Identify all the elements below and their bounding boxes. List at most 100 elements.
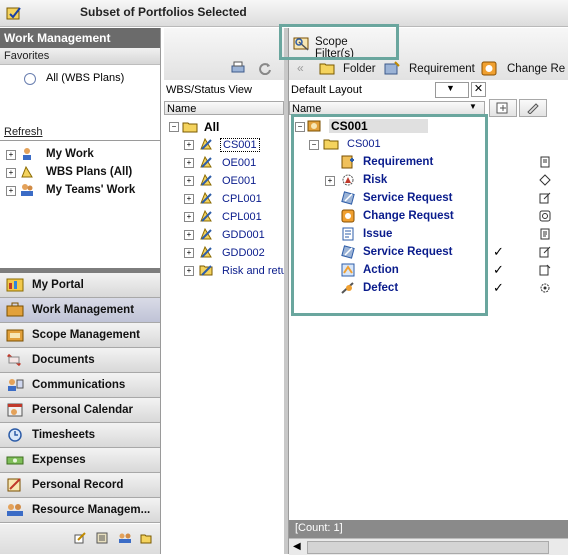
tree-my-teams-work[interactable]: My Teams' Work (46, 184, 135, 196)
refresh-link[interactable]: Refresh (4, 126, 43, 138)
expand-icon[interactable]: + (184, 140, 194, 150)
tree-root-all[interactable]: All (204, 120, 219, 134)
list-icon[interactable] (96, 532, 108, 544)
nav-label: Personal Record (32, 479, 124, 491)
name-column-header[interactable]: Name (289, 101, 485, 115)
nav-expenses[interactable]: Expenses (0, 448, 160, 473)
team-icon (21, 184, 33, 196)
wbs-item[interactable]: Risk and retu (222, 265, 287, 277)
change-request-icon[interactable] (481, 61, 497, 76)
nav-work-management[interactable]: Work Management (0, 298, 160, 323)
wbs-item[interactable]: CPL001 (222, 211, 262, 223)
defect-small-icon (540, 283, 550, 293)
calendar-icon (7, 403, 23, 417)
chevron-down-icon: ▼ (446, 83, 455, 93)
requirement-icon[interactable] (383, 61, 401, 76)
count-bar: [Count: 1] (289, 520, 568, 538)
people-icon[interactable] (118, 532, 132, 544)
expand-icon[interactable]: + (184, 230, 194, 240)
expand-icon[interactable]: + (184, 158, 194, 168)
refresh-icon[interactable] (258, 61, 272, 75)
scope-icon (6, 329, 24, 342)
nav-documents[interactable]: Documents (0, 348, 160, 373)
column-tool-2[interactable] (519, 99, 547, 117)
folder-icon[interactable] (140, 532, 152, 544)
expand-icon[interactable]: + (184, 176, 194, 186)
nav-footer (0, 524, 160, 554)
action-small-icon (539, 264, 551, 276)
check-icon: ✓ (493, 262, 504, 277)
column-tool-1[interactable] (489, 99, 517, 117)
title-bar: Subset of Portfolios Selected (0, 0, 568, 27)
name-column-header[interactable]: Name (164, 101, 284, 115)
wbs-item[interactable]: CS001 (220, 138, 260, 152)
wbs-item[interactable]: OE001 (222, 175, 256, 187)
wbs-item[interactable]: GDD001 (222, 229, 265, 241)
layout-dropdown[interactable]: ▼ (435, 82, 469, 98)
wbs-item[interactable]: OE001 (222, 157, 256, 169)
expand-icon[interactable]: + (184, 194, 194, 204)
scroll-thumb[interactable] (307, 541, 549, 554)
expand-icon[interactable]: + (6, 186, 16, 196)
nav-timesheets[interactable]: Timesheets (0, 423, 160, 448)
wbs-plan-icon (200, 173, 212, 186)
tree-wbs-plans[interactable]: WBS Plans (All) (46, 166, 132, 178)
portal-icon (6, 278, 24, 292)
print-icon[interactable] (230, 61, 246, 75)
radio-icon[interactable] (24, 73, 36, 85)
scope-tree-highlight (291, 114, 488, 316)
count-label: [Count: 1] (295, 522, 343, 534)
wbs-item[interactable]: CPL001 (222, 193, 262, 205)
expand-icon[interactable]: + (184, 212, 194, 222)
settings-icon (527, 103, 539, 114)
expand-icon[interactable]: + (184, 248, 194, 258)
tree-my-work[interactable]: My Work (46, 148, 94, 160)
favorites-header: Favorites (0, 48, 160, 65)
view-label: WBS/Status View (166, 84, 252, 96)
close-icon[interactable]: ✕ (471, 82, 486, 97)
nav-label: Resource Managem... (32, 504, 151, 516)
documents-icon (7, 353, 21, 367)
nav-personal-calendar[interactable]: Personal Calendar (0, 398, 160, 423)
edit-icon[interactable] (74, 532, 86, 544)
wbs-plan-icon (200, 245, 212, 258)
collapse-icon[interactable]: − (169, 122, 179, 132)
expand-icon[interactable]: + (6, 150, 16, 160)
wbs-plan-icon (200, 227, 212, 240)
issue-small-icon (540, 228, 550, 240)
chevron-down-icon[interactable]: ▼ (469, 102, 477, 111)
nav-label: Communications (32, 379, 126, 391)
wbs-plan-icon (200, 191, 212, 204)
folder-button[interactable]: Folder (343, 63, 376, 75)
clock-icon (8, 428, 22, 442)
resources-icon (7, 504, 23, 516)
add-column-icon (496, 102, 508, 114)
change-request-button[interactable]: Change Re (507, 63, 565, 75)
horizontal-scrollbar[interactable]: ◀ (289, 538, 568, 555)
record-icon (7, 478, 21, 492)
nav-my-portal[interactable]: My Portal (0, 273, 160, 298)
folder-icon[interactable] (319, 61, 335, 75)
nav-resource-management[interactable]: Resource Managem... (0, 498, 160, 523)
edit-small-icon (539, 192, 551, 204)
nav-personal-record[interactable]: Personal Record (0, 473, 160, 498)
scroll-left-icon[interactable]: ◀ (293, 541, 301, 552)
expand-icon[interactable]: + (184, 266, 194, 276)
double-chevron-left-icon[interactable]: « (297, 61, 304, 75)
requirement-button[interactable]: Requirement (409, 63, 475, 75)
portfolio-icon (199, 265, 213, 276)
layout-label: Default Layout (291, 84, 362, 96)
left-pane-header: Work Management (0, 28, 160, 48)
edit-small-icon (539, 246, 551, 258)
wbs-item[interactable]: GDD002 (222, 247, 265, 259)
expand-icon[interactable]: + (6, 168, 16, 178)
nav-scope-management[interactable]: Scope Management (0, 323, 160, 348)
divider (0, 140, 160, 141)
nav-communications[interactable]: Communications (0, 373, 160, 398)
change-small-icon (539, 210, 551, 222)
wbs-plan-icon (200, 137, 212, 150)
briefcase-icon (6, 302, 24, 317)
money-icon (6, 456, 24, 465)
scope-filter-highlight (279, 24, 399, 60)
wbs-plan-icon (200, 155, 212, 168)
